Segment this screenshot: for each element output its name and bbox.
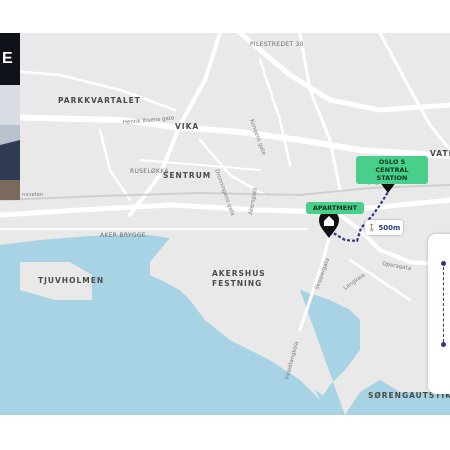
station-label[interactable]: OSLO S CENTRAL STATION	[356, 156, 428, 184]
district-akershus: AKERSHUS	[212, 269, 266, 278]
street-pilestredet: PILESTREDET 30	[250, 41, 304, 48]
route-card[interactable]	[428, 234, 450, 394]
district-festning: FESTNING	[212, 279, 262, 288]
district-vika: VIKA	[175, 122, 199, 131]
photo-image	[0, 85, 20, 200]
hotel-photo[interactable]: E	[0, 33, 20, 200]
route-connector	[443, 267, 445, 342]
area-aker-brygge: AKER BRYGGE	[100, 232, 146, 239]
map[interactable]: PARKKVARTALET VIKA SENTRUM AKERSHUS FEST…	[0, 0, 450, 450]
district-parkkvartalet: PARKKVARTALET	[58, 96, 141, 105]
walk-distance-badge: 🚶 500m	[365, 220, 403, 235]
apartment-label[interactable]: APARTMENT	[306, 202, 364, 214]
district-sentrum: SENTRUM	[163, 171, 211, 180]
area-ruseloekka: RUSELØKKA	[130, 168, 169, 175]
walking-person-icon: 🚶	[367, 223, 377, 232]
street-sjolystveien: nsveien	[22, 192, 44, 198]
walk-distance: 500m	[378, 223, 401, 232]
district-tjuvholmen: TJUVHOLMEN	[38, 276, 104, 285]
route-end-dot	[441, 342, 446, 347]
district-vater: VATER	[430, 149, 450, 158]
route-start-dot	[441, 261, 446, 266]
station-label-line2: CENTRAL STATION	[375, 166, 409, 182]
bottom-margin	[0, 415, 450, 450]
photo-heading: E	[0, 33, 20, 85]
station-label-line1: OSLO S	[378, 158, 406, 166]
